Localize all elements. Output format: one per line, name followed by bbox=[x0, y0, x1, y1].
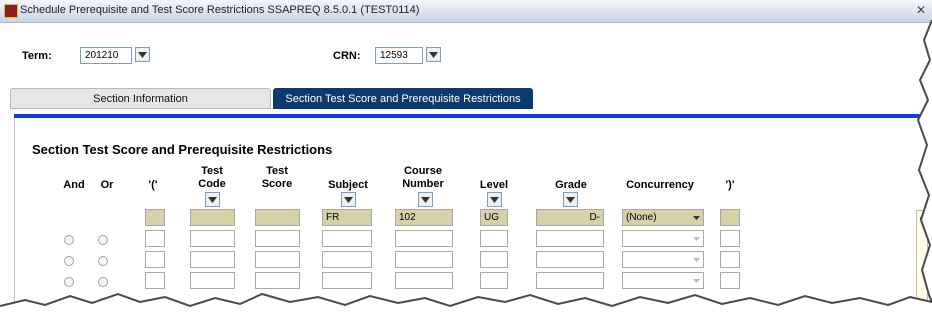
torn-edge-decoration bbox=[0, 19, 932, 319]
